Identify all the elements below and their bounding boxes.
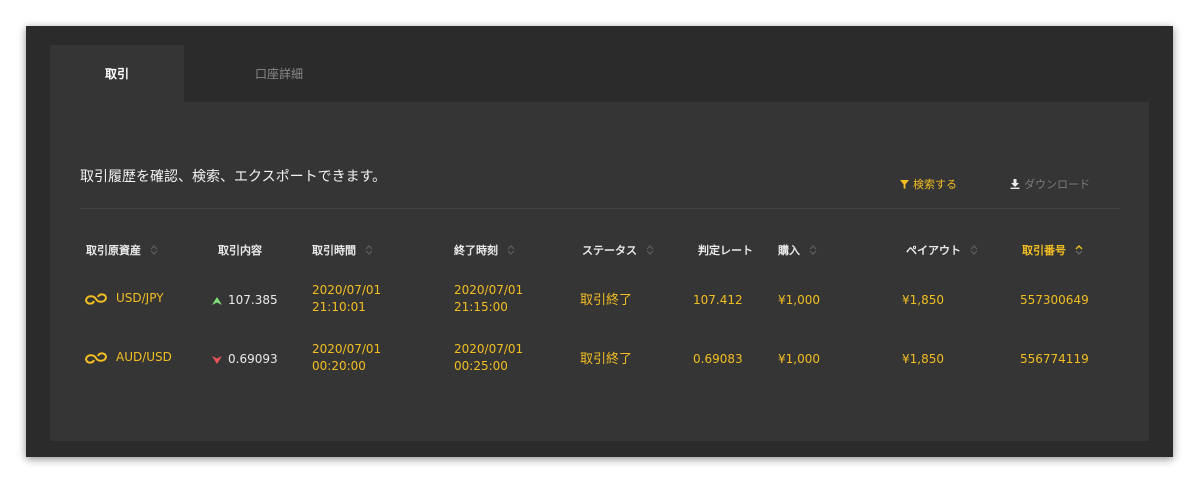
column-label: 取引番号 xyxy=(1022,244,1066,257)
column-label: 判定レート xyxy=(698,244,753,257)
trade-number-cell: 557300649 xyxy=(1020,293,1089,307)
trade-history-panel: 取引 口座詳細 取引履歴を確認、検索、エクスポートできます。 検索する ダウンロ… xyxy=(26,26,1173,457)
sort-chevrons-icon[interactable] xyxy=(806,243,820,257)
column-label: 購入 xyxy=(778,244,800,257)
search-label: 検索する xyxy=(913,178,957,191)
sort-chevrons-icon[interactable] xyxy=(1072,243,1086,257)
intro-text: 取引履歴を確認、検索、エクスポートできます。 xyxy=(80,169,387,185)
trade-clock: 21:10:01 xyxy=(312,300,366,314)
trade-number-cell: 556774119 xyxy=(1020,352,1089,366)
trade-clock: 00:20:00 xyxy=(312,359,366,373)
end-clock: 21:15:00 xyxy=(454,300,508,314)
column-header-end-time[interactable]: 終了時刻 xyxy=(454,242,518,258)
sort-chevrons-icon[interactable] xyxy=(967,243,981,257)
payout-cell: ¥1,850 xyxy=(902,352,944,366)
arrow-up-icon xyxy=(212,296,222,305)
sort-chevrons-icon[interactable] xyxy=(147,243,161,257)
purchase-cell: ¥1,000 xyxy=(778,293,820,307)
sort-chevrons-icon[interactable] xyxy=(362,243,376,257)
trade-time-cell: 2020/07/01 21:10:01 xyxy=(312,282,381,316)
funnel-icon xyxy=(900,179,909,189)
end-date: 2020/07/01 xyxy=(454,342,524,356)
entry-rate: 0.69093 xyxy=(228,352,278,366)
download-button[interactable]: ダウンロード xyxy=(1010,176,1090,192)
exchange-loop-icon xyxy=(85,351,107,364)
sort-chevrons-icon[interactable] xyxy=(643,243,657,257)
column-header-payout[interactable]: ペイアウト xyxy=(906,242,981,258)
column-header-purchase[interactable]: 購入 xyxy=(778,242,820,258)
column-label: 取引時間 xyxy=(312,244,356,257)
download-label: ダウンロード xyxy=(1024,178,1090,191)
tab-bar: 取引 口座詳細 xyxy=(50,45,1149,102)
download-icon xyxy=(1010,179,1020,189)
asset-cell: AUD/USD xyxy=(84,349,172,366)
entry-rate: 107.385 xyxy=(228,293,278,307)
divider xyxy=(80,208,1120,209)
search-button[interactable]: 検索する xyxy=(900,176,957,192)
column-header-trade-content: 取引内容 xyxy=(218,242,262,258)
exchange-loop-icon xyxy=(85,292,107,305)
asset-name: USD/JPY xyxy=(116,291,164,305)
end-date: 2020/07/01 xyxy=(454,283,524,297)
column-label: 取引内容 xyxy=(218,244,262,257)
trade-date: 2020/07/01 xyxy=(312,342,382,356)
trade-content-cell: 0.69093 xyxy=(212,351,278,368)
purchase-cell: ¥1,000 xyxy=(778,352,820,366)
status-cell: 取引終了 xyxy=(580,293,633,308)
column-header-trade-time[interactable]: 取引時間 xyxy=(312,242,376,258)
trade-date: 2020/07/01 xyxy=(312,283,382,297)
judge-rate-cell: 0.69083 xyxy=(693,352,743,366)
column-label: ペイアウト xyxy=(906,244,961,257)
tab-account-details[interactable]: 口座詳細 xyxy=(184,45,374,102)
trades-content: 取引履歴を確認、検索、エクスポートできます。 検索する ダウンロード 取引原資産… xyxy=(50,102,1149,441)
tab-trades[interactable]: 取引 xyxy=(50,45,184,102)
column-label: ステータス xyxy=(582,244,637,257)
trade-time-cell: 2020/07/01 00:20:00 xyxy=(312,341,381,375)
status-cell: 取引終了 xyxy=(580,352,633,367)
end-clock: 00:25:00 xyxy=(454,359,508,373)
asset-name: AUD/USD xyxy=(116,350,172,364)
column-header-asset[interactable]: 取引原資産 xyxy=(86,242,161,258)
column-header-trade-number[interactable]: 取引番号 xyxy=(1022,242,1086,258)
end-time-cell: 2020/07/01 00:25:00 xyxy=(454,341,523,375)
column-label: 終了時刻 xyxy=(454,244,498,257)
judge-rate-cell: 107.412 xyxy=(693,293,743,307)
sort-chevrons-icon[interactable] xyxy=(504,243,518,257)
arrow-down-icon xyxy=(212,355,222,364)
payout-cell: ¥1,850 xyxy=(902,293,944,307)
asset-cell: USD/JPY xyxy=(84,290,164,307)
column-header-judge-rate: 判定レート xyxy=(698,242,753,258)
end-time-cell: 2020/07/01 21:15:00 xyxy=(454,282,523,316)
column-label: 取引原資産 xyxy=(86,244,141,257)
trade-content-cell: 107.385 xyxy=(212,292,278,309)
column-header-status[interactable]: ステータス xyxy=(582,242,657,258)
